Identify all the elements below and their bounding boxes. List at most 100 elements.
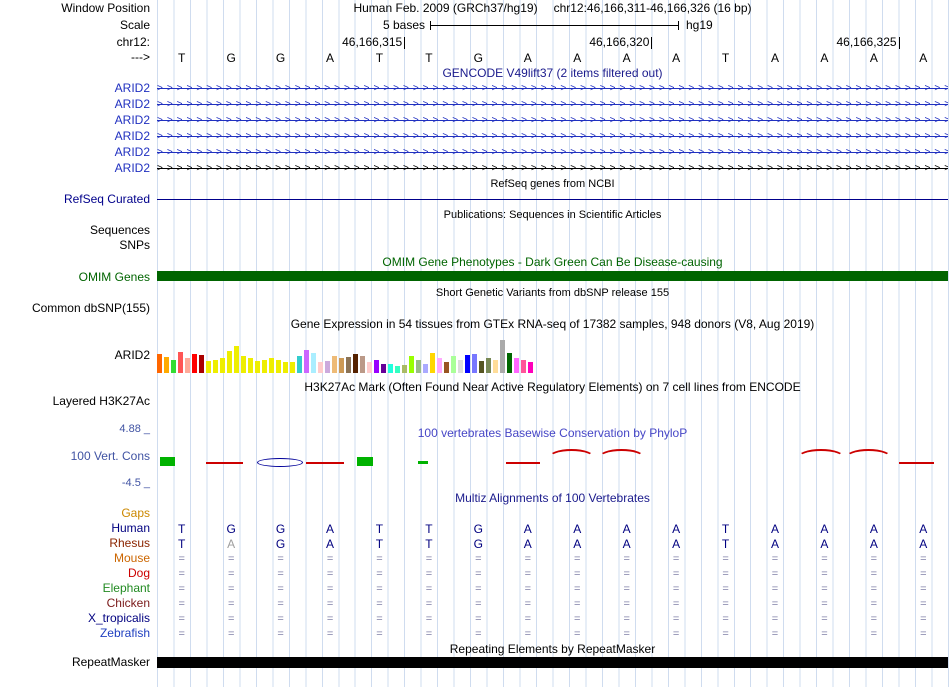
gtex-bar[interactable] [206,361,211,373]
gtex-bar[interactable] [402,365,407,373]
gtex-bar[interactable] [332,356,337,373]
gtex-track-title[interactable]: Gene Expression in 54 tissues from GTEx … [157,318,948,331]
gtex-bar[interactable] [157,354,162,373]
sequences-label[interactable]: Sequences [0,224,150,237]
gtex-bar[interactable] [430,353,435,373]
gencode-transcript-line[interactable]: >>>>>>>>>>>>>>>>>>>>>>>>>>>>>>>>>>>>>>>>… [157,82,948,96]
gtex-bar[interactable] [339,358,344,373]
multiz-species-label[interactable]: X_tropicalis [0,612,150,625]
dbsnp-label[interactable]: Common dbSNP(155) [0,302,150,315]
gtex-bar[interactable] [514,358,519,373]
gtex-bar[interactable] [493,360,498,373]
snps-label[interactable]: SNPs [0,239,150,252]
h3k27ac-label[interactable]: Layered H3K27Ac [0,395,150,408]
gtex-bar[interactable] [220,358,225,373]
gtex-bar[interactable] [276,360,281,373]
omim-track-title[interactable]: OMIM Gene Phenotypes - Dark Green Can Be… [157,256,948,269]
gtex-bar[interactable] [486,358,491,373]
alignment-gap-mark: = [475,583,482,595]
base-letter: A [919,522,928,536]
multiz-species-label[interactable]: Human [0,522,150,535]
gtex-bar[interactable] [290,362,295,373]
base-letter: A [622,51,631,65]
gencode-item-label[interactable]: ARID2 [0,82,150,95]
gencode-track-title[interactable]: GENCODE V49lift37 (2 items filtered out) [157,67,948,80]
gtex-bar[interactable] [458,360,463,373]
omim-genes-label[interactable]: OMIM Genes [0,271,150,284]
gtex-bar[interactable] [318,362,323,373]
gtex-bar[interactable] [325,361,330,373]
gencode-transcript-line[interactable]: >>>>>>>>>>>>>>>>>>>>>>>>>>>>>>>>>>>>>>>>… [157,146,948,160]
gtex-bar[interactable] [171,360,176,373]
multiz-track-title[interactable]: Multiz Alignments of 100 Vertebrates [157,492,948,505]
gtex-bar[interactable] [381,364,386,373]
gencode-item-label[interactable]: ARID2 [0,98,150,111]
gencode-transcript-line[interactable]: >>>>>>>>>>>>>>>>>>>>>>>>>>>>>>>>>>>>>>>>… [157,130,948,144]
gtex-bar[interactable] [241,356,246,373]
gencode-item-label[interactable]: ARID2 [0,114,150,127]
multiz-species-label[interactable]: Chicken [0,597,150,610]
gtex-gene-label[interactable]: ARID2 [0,349,150,362]
gtex-bar[interactable] [409,356,414,373]
gtex-bar[interactable] [423,364,428,373]
gtex-bar[interactable] [367,362,372,373]
gtex-bar[interactable] [444,362,449,373]
gtex-bar[interactable] [178,352,183,373]
gtex-bar[interactable] [507,353,512,373]
gtex-bar[interactable] [199,355,204,373]
repeatmasker-bar[interactable] [157,657,948,668]
gtex-bar[interactable] [304,350,309,373]
multiz-species-label[interactable]: Elephant [0,582,150,595]
multiz-species-label[interactable]: Mouse [0,552,150,565]
gtex-bar[interactable] [437,358,442,373]
gencode-transcript-line[interactable]: >>>>>>>>>>>>>>>>>>>>>>>>>>>>>>>>>>>>>>>>… [157,162,948,176]
refseq-gene-line[interactable] [157,199,948,200]
multiz-species-label[interactable]: Gaps [0,507,150,520]
refseq-track-title[interactable]: RefSeq genes from NCBI [157,178,948,191]
repeatmasker-label[interactable]: RepeatMasker [0,656,150,669]
multiz-species-label[interactable]: Rhesus [0,537,150,550]
multiz-species-label[interactable]: Dog [0,567,150,580]
gtex-bar[interactable] [234,346,239,373]
gtex-bar[interactable] [255,361,260,373]
gencode-transcript-line[interactable]: >>>>>>>>>>>>>>>>>>>>>>>>>>>>>>>>>>>>>>>>… [157,114,948,128]
conservation-track-title[interactable]: 100 vertebrates Basewise Conservation by… [157,427,948,440]
gtex-bar[interactable] [353,354,358,373]
gtex-bar[interactable] [388,364,393,373]
gtex-bar[interactable] [360,356,365,373]
gencode-item-label[interactable]: ARID2 [0,146,150,159]
gencode-item-label[interactable]: ARID2 [0,162,150,175]
gtex-bar[interactable] [500,340,505,373]
gtex-bar[interactable] [479,361,484,373]
gtex-bar[interactable] [213,360,218,373]
conservation-label[interactable]: 100 Vert. Cons [0,450,150,463]
gtex-bar[interactable] [311,353,316,373]
gtex-bar[interactable] [192,354,197,373]
gtex-bar[interactable] [185,358,190,373]
multiz-species-label[interactable]: Zebrafish [0,627,150,640]
gtex-bar[interactable] [269,358,274,373]
repeatmasker-track-title[interactable]: Repeating Elements by RepeatMasker [157,643,948,656]
gencode-transcript-line[interactable]: >>>>>>>>>>>>>>>>>>>>>>>>>>>>>>>>>>>>>>>>… [157,98,948,112]
gtex-bar[interactable] [164,357,169,373]
gtex-bar[interactable] [227,351,232,373]
gtex-bar[interactable] [465,355,470,373]
h3k27ac-track-title[interactable]: H3K27Ac Mark (Often Found Near Active Re… [157,381,948,394]
gtex-bar[interactable] [395,366,400,373]
gtex-bar[interactable] [528,362,533,373]
gencode-item-label[interactable]: ARID2 [0,130,150,143]
publications-track-title[interactable]: Publications: Sequences in Scientific Ar… [157,209,948,222]
dbsnp-track-title[interactable]: Short Genetic Variants from dbSNP releas… [157,287,948,300]
gtex-bar[interactable] [472,354,477,373]
gtex-bar[interactable] [346,357,351,373]
gtex-bar[interactable] [248,358,253,373]
gtex-bar[interactable] [283,362,288,373]
refseq-curated-label[interactable]: RefSeq Curated [0,193,150,206]
gtex-bar[interactable] [416,360,421,373]
gtex-bar[interactable] [374,360,379,373]
gtex-bar[interactable] [262,360,267,373]
gtex-bar[interactable] [521,360,526,373]
gtex-bar[interactable] [451,356,456,373]
gtex-bar[interactable] [297,356,302,373]
omim-gene-bar[interactable] [157,271,948,281]
